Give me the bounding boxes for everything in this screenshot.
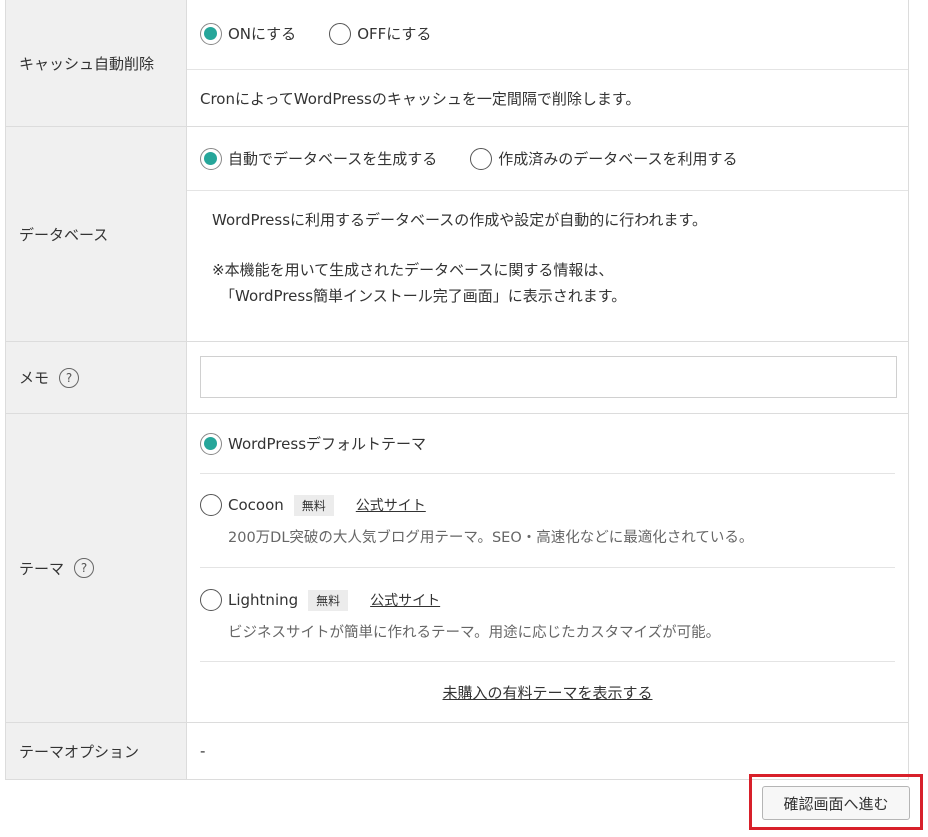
cache-delete-on-option[interactable]: ONにする (200, 22, 297, 45)
theme-option-value: - (200, 742, 206, 760)
database-auto-create-option[interactable]: 自動でデータベースを生成する (200, 147, 438, 170)
install-settings-form: キャッシュ自動削除 ONにする OFFにする CronによってWordPress… (5, 0, 909, 780)
database-existing-option[interactable]: 作成済みのデータベースを利用する (470, 147, 738, 170)
database-label: データベース (6, 127, 187, 341)
theme-item-description: 200万DL突破の大人気ブログ用テーマ。SEO・高速化などに最適化されている。 (228, 530, 754, 546)
theme-item-lightning: Lightning 無料 公式サイト ビジネスサイトが簡単に作れるテーマ。用途に… (200, 568, 895, 662)
theme-label: テーマ (19, 559, 65, 578)
cache-delete-off-option[interactable]: OFFにする (329, 22, 432, 45)
help-icon[interactable]: ? (74, 558, 95, 578)
database-note-line1: ※本機能を用いて生成されたデータベースに関する情報は、 (212, 261, 614, 279)
confirm-button[interactable]: 確認画面へ進む (762, 786, 910, 820)
radio-unchecked-icon[interactable] (470, 147, 493, 170)
radio-unchecked-icon[interactable] (200, 589, 222, 611)
row-memo: メモ ? (6, 342, 908, 414)
database-description: WordPressに利用するデータベースの作成や設定が自動的に行われます。 (212, 211, 708, 229)
show-paid-themes-link[interactable]: 未購入の有料テーマを表示する (442, 682, 652, 703)
submit-highlight-box: 確認画面へ進む (749, 774, 923, 830)
official-site-link[interactable]: 公式サイト (370, 590, 440, 610)
radio-unchecked-icon[interactable] (200, 494, 222, 516)
free-badge: 無料 (308, 589, 349, 611)
radio-checked-icon[interactable] (200, 22, 222, 45)
official-site-link[interactable]: 公式サイト (356, 495, 426, 515)
theme-item-cocoon: Cocoon 無料 公式サイト 200万DL突破の大人気ブログ用テーマ。SEO・… (200, 474, 895, 568)
cache-delete-description: CronによってWordPressのキャッシュを一定間隔で削除します。 (200, 89, 641, 108)
database-options: 自動でデータベースを生成する 作成済みのデータベースを利用する (187, 127, 908, 190)
radio-unchecked-icon[interactable] (329, 22, 352, 45)
theme-default-label: WordPressデフォルトテーマ (228, 435, 427, 453)
theme-default-option[interactable]: WordPressデフォルトテーマ (200, 414, 895, 474)
memo-input[interactable] (200, 356, 897, 398)
theme-item-name: Lightning (228, 591, 299, 609)
free-badge: 無料 (293, 494, 334, 516)
memo-label: メモ (19, 369, 50, 387)
theme-option-label: テーマオプション (6, 723, 187, 779)
cache-delete-off-label: OFFにする (357, 25, 432, 43)
cache-delete-options: ONにする OFFにする (187, 0, 908, 69)
database-auto-create-label: 自動でデータベースを生成する (228, 150, 438, 168)
cache-delete-on-label: ONにする (228, 25, 297, 43)
theme-item-description: ビジネスサイトが簡単に作れるテーマ。用途に応じたカスタマイズが可能。 (228, 625, 721, 641)
radio-checked-icon[interactable] (200, 432, 222, 455)
database-existing-label: 作成済みのデータベースを利用する (498, 150, 738, 168)
cache-delete-label: キャッシュ自動削除 (6, 0, 187, 126)
radio-checked-icon[interactable] (200, 147, 222, 170)
database-note-line2: 「WordPress簡単インストール完了画面」に表示されます。 (220, 287, 627, 305)
help-icon[interactable]: ? (59, 367, 80, 388)
row-cache-delete: キャッシュ自動削除 ONにする OFFにする CronによってWordPress… (6, 0, 908, 127)
row-theme: テーマ ? WordPressデフォルトテーマ Cocoon 無料 公式サイト … (6, 414, 908, 723)
theme-item-name: Cocoon (228, 496, 284, 514)
row-database: データベース 自動でデータベースを生成する 作成済みのデータベースを利用する W… (6, 127, 908, 342)
row-theme-option: テーマオプション - (6, 723, 908, 780)
